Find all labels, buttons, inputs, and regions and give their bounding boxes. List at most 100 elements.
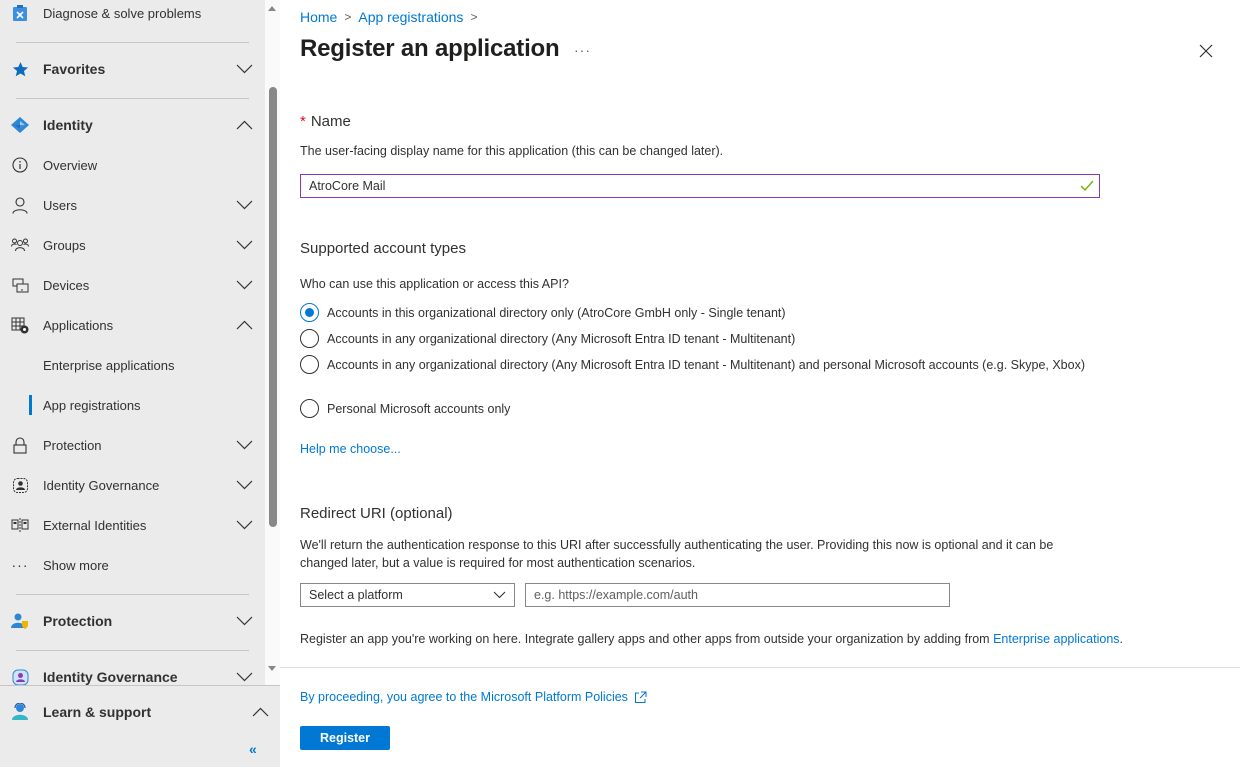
account-type-option[interactable]: Accounts in this organizational director… (300, 303, 1090, 322)
sidebar-section-label: Protection (43, 613, 113, 629)
platform-policies-link[interactable]: By proceeding, you agree to the Microsof… (300, 690, 647, 704)
identity-governance-icon (11, 668, 29, 685)
chevron-down-icon[interactable] (236, 480, 253, 490)
required-marker: * (300, 113, 306, 130)
collapse-sidebar-button[interactable]: « (249, 742, 265, 756)
account-type-option[interactable]: Accounts in any organizational directory… (300, 355, 1090, 374)
radio-label: Personal Microsoft accounts only (327, 402, 511, 416)
info-icon (11, 156, 29, 174)
sidebar-item-diagnose[interactable]: Diagnose & solve problems (0, 0, 265, 33)
selected-indicator (29, 395, 32, 415)
sidebar-item-label: Overview (43, 157, 98, 173)
lock-icon (11, 436, 29, 454)
help-me-choose-link[interactable]: Help me choose... (300, 442, 401, 456)
breadcrumb-app-registrations[interactable]: App registrations (358, 9, 463, 25)
external-identities-icon (11, 516, 29, 534)
main-content: Home > App registrations > Register an a… (280, 0, 1240, 767)
chevron-down-icon[interactable] (236, 200, 253, 210)
chevron-down-icon[interactable] (236, 280, 253, 290)
sidebar-item-label: App registrations (43, 397, 141, 413)
account-type-option[interactable]: Personal Microsoft accounts only (300, 399, 1090, 418)
external-link-icon (634, 691, 647, 703)
footer-divider (280, 667, 1240, 668)
register-note: Register an app you're working on here. … (300, 632, 1123, 646)
sidebar-section-learn-support[interactable]: Learn & support (0, 692, 280, 732)
sidebar-item-users[interactable]: Users (0, 185, 265, 225)
sidebar-item-external-identities[interactable]: External Identities (0, 505, 265, 545)
account-type-option[interactable]: Accounts in any organizational directory… (300, 329, 1090, 348)
redirect-uri-title: Redirect URI (optional) (300, 505, 453, 522)
sidebar-item-applications[interactable]: Applications (0, 305, 265, 345)
user-icon (11, 196, 29, 214)
name-label: * Name (300, 113, 351, 130)
radio-label: Accounts in this organizational director… (327, 306, 786, 320)
valid-check-icon (1080, 180, 1094, 192)
chevron-down-icon[interactable] (236, 672, 253, 682)
more-icon: ··· (11, 557, 29, 573)
diagnose-icon (11, 4, 29, 22)
divider (16, 98, 249, 99)
sidebar-item-enterprise-applications[interactable]: Enterprise applications (0, 345, 265, 385)
redirect-uri-input[interactable] (525, 583, 950, 607)
redirect-uri-description: We'll return the authentication response… (300, 538, 1054, 570)
sidebar-item-overview[interactable]: Overview (0, 145, 265, 185)
sidebar-section-favorites[interactable]: Favorites (0, 49, 265, 89)
sidebar-item-app-registrations[interactable]: App registrations (0, 385, 265, 425)
name-input[interactable] (300, 174, 1100, 198)
register-button[interactable]: Register (300, 726, 390, 750)
sidebar-section-label: Identity Governance (43, 669, 178, 685)
sidebar-item-show-more[interactable]: ··· Show more (0, 545, 265, 585)
sidebar-item-label: Enterprise applications (43, 357, 175, 373)
radio-button[interactable] (300, 329, 319, 348)
radio-button[interactable] (300, 399, 319, 418)
scrollbar-thumb[interactable] (269, 87, 277, 527)
sidebar-item-label: Applications (43, 317, 114, 333)
sidebar-item-label: External Identities (43, 517, 147, 533)
chevron-up-icon[interactable] (236, 320, 253, 330)
sidebar-item-label: Devices (43, 277, 90, 293)
chevron-right-icon: > (470, 10, 478, 24)
radio-button-checked[interactable] (300, 303, 319, 322)
platform-select[interactable]: Select a platform (300, 583, 515, 607)
sidebar-section-identity-governance[interactable]: Identity Governance (0, 657, 265, 685)
sidebar-item-groups[interactable]: Groups (0, 225, 265, 265)
breadcrumb-home[interactable]: Home (300, 9, 337, 25)
chevron-down-icon[interactable] (236, 616, 253, 626)
chevron-down-icon[interactable] (236, 240, 253, 250)
star-icon (11, 60, 29, 78)
scroll-up-icon[interactable] (268, 6, 276, 11)
divider (16, 594, 249, 595)
sidebar-section-label: Identity (43, 117, 93, 133)
sidebar-item-label: Groups (43, 237, 86, 253)
protection-icon (11, 612, 29, 630)
sidebar-item-devices[interactable]: Devices (0, 265, 265, 305)
chevron-down-icon[interactable] (236, 440, 253, 450)
sidebar: Diagnose & solve problems Favorites Iden… (0, 0, 280, 767)
radio-label: Accounts in any organizational directory… (327, 332, 796, 346)
sidebar-section-identity[interactable]: Identity (0, 105, 265, 145)
sidebar-item-identity-governance[interactable]: Identity Governance (0, 465, 265, 505)
more-options-button[interactable]: ··· (574, 42, 591, 58)
devices-icon (11, 276, 29, 294)
learn-support-icon (11, 703, 29, 721)
sidebar-item-label: Identity Governance (43, 477, 160, 493)
sidebar-section-label: Favorites (43, 61, 106, 77)
scroll-down-icon[interactable] (268, 666, 276, 671)
radio-button[interactable] (300, 355, 319, 374)
enterprise-applications-link[interactable]: Enterprise applications (993, 632, 1119, 646)
sidebar-section-protection[interactable]: Protection (0, 601, 265, 641)
chevron-down-icon[interactable] (236, 64, 253, 74)
breadcrumb: Home > App registrations > (300, 9, 484, 25)
divider (16, 42, 249, 43)
account-types-question: Who can use this application or access t… (300, 277, 569, 291)
governance-icon (11, 476, 29, 494)
sidebar-scrollbar[interactable] (265, 0, 280, 685)
close-icon[interactable] (1198, 43, 1214, 59)
name-label-text: Name (310, 113, 351, 130)
sidebar-item-label: Diagnose & solve problems (43, 5, 202, 21)
divider (16, 650, 249, 651)
chevron-up-icon[interactable] (252, 707, 269, 717)
chevron-up-icon[interactable] (236, 120, 253, 130)
sidebar-item-protection[interactable]: Protection (0, 425, 265, 465)
chevron-down-icon[interactable] (236, 520, 253, 530)
